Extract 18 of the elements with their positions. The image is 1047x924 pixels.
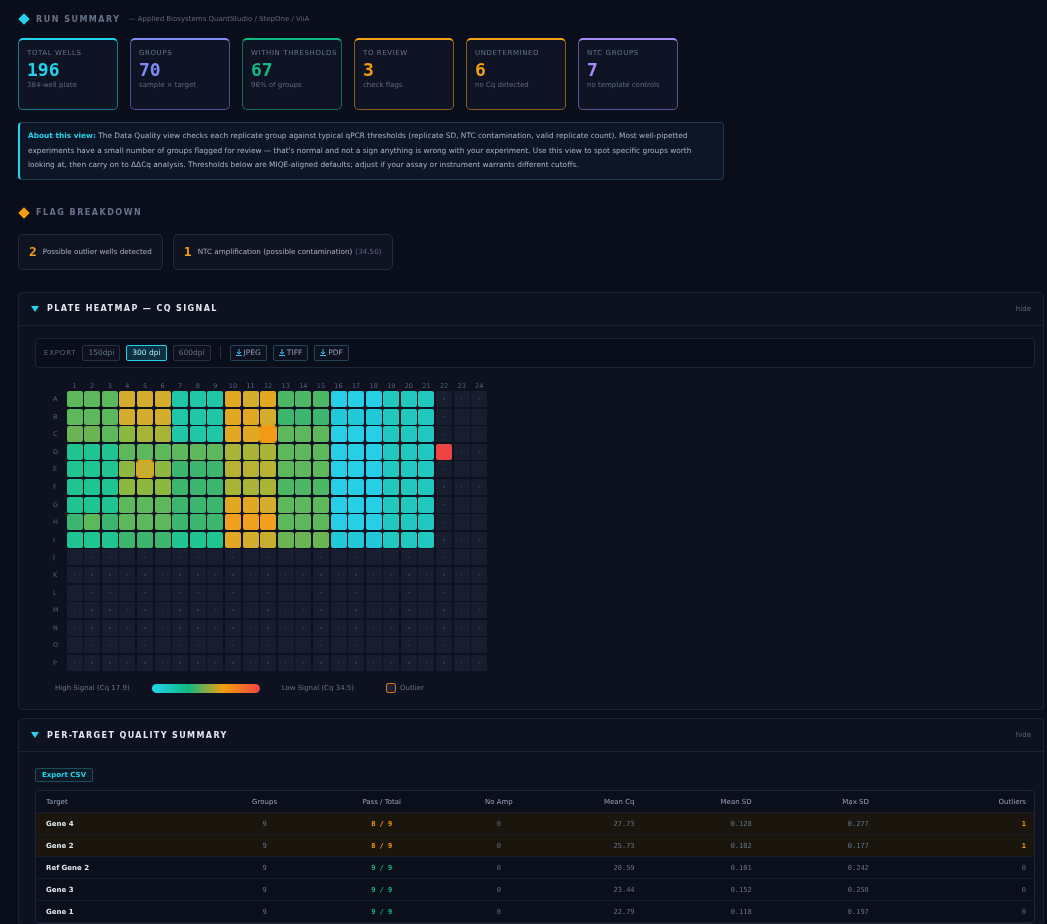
download-icon <box>235 349 242 356</box>
section-title: FLAG BREAKDOWN <box>36 208 143 217</box>
stat-value: 196 <box>27 59 61 81</box>
flag-count: 1 <box>183 244 192 259</box>
flag-count: 2 <box>29 244 37 259</box>
stat-value: 7 <box>587 59 599 81</box>
stat-value: 6 <box>475 59 486 81</box>
section-title: RUN SUMMARY <box>36 14 121 24</box>
download-icon <box>278 349 285 356</box>
panel-title: PLATE HEATMAP — CQ SIGNAL <box>47 304 219 313</box>
stat-value: 67 <box>251 59 274 81</box>
collapse-icon[interactable] <box>31 732 39 738</box>
collapse-icon[interactable] <box>31 305 39 312</box>
outlier-swatch <box>386 683 396 693</box>
download-icon <box>320 349 327 356</box>
stat-value: 70 <box>139 59 162 81</box>
panel-title: PER-TARGET QUALITY SUMMARY <box>47 730 229 740</box>
stat-value: 3 <box>363 59 375 81</box>
